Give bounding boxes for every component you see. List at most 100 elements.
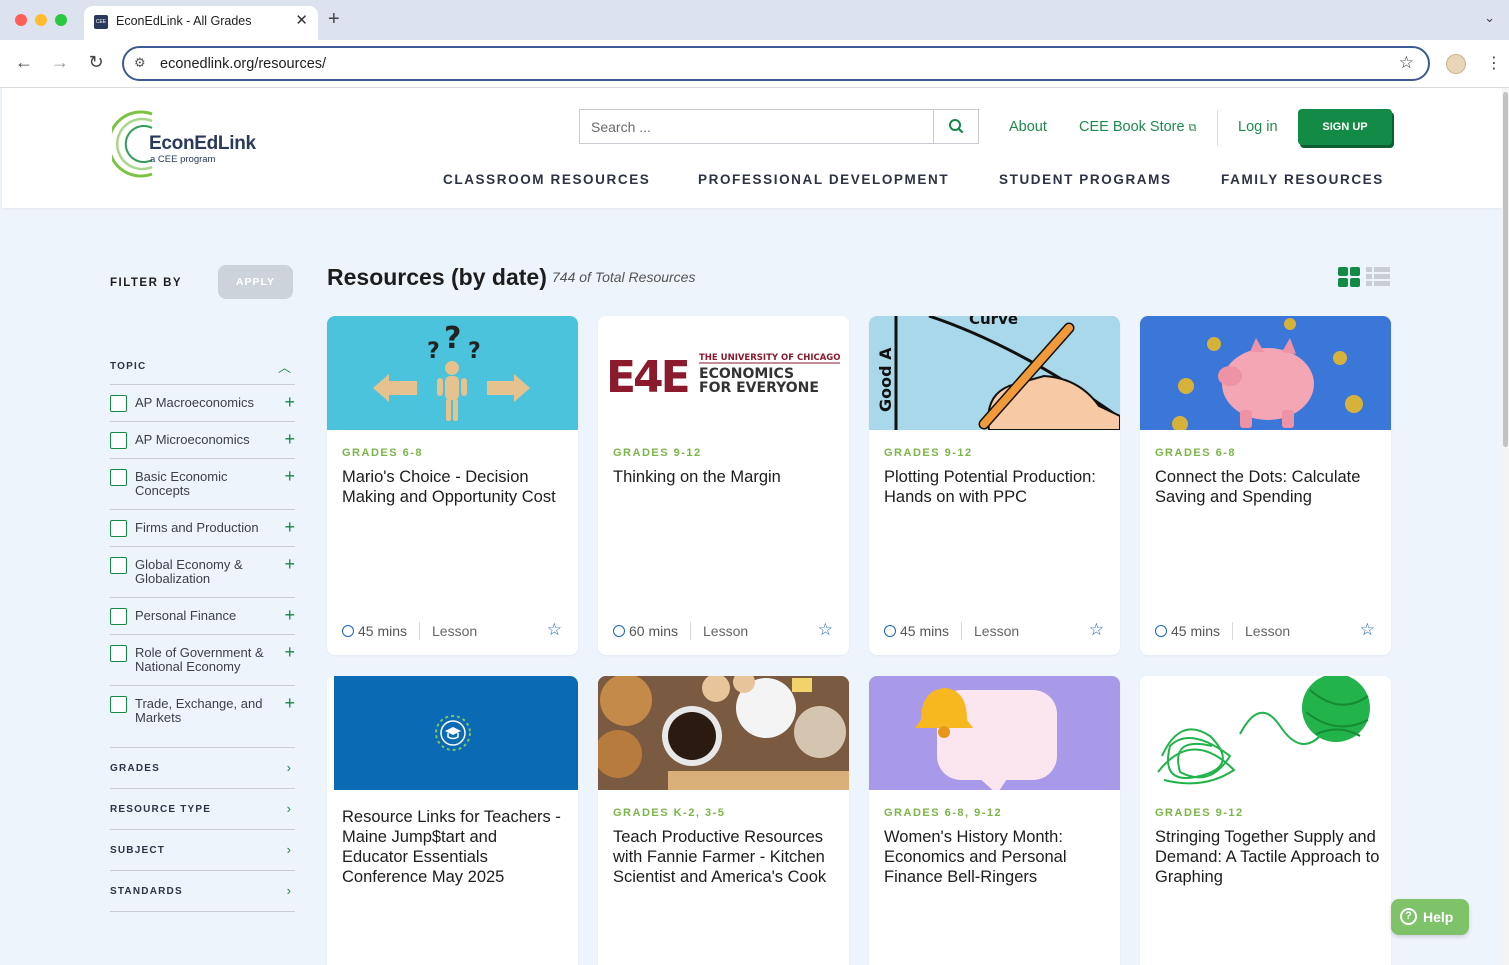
- topic-item-trade-exchange-markets[interactable]: Trade, Exchange, and Markets +: [110, 686, 295, 748]
- about-link[interactable]: About: [1009, 119, 1047, 135]
- url-text[interactable]: econedlink.org/resources/: [160, 56, 326, 72]
- topic-item-firms-and-production[interactable]: Firms and Production +: [110, 510, 295, 547]
- search-button[interactable]: [933, 110, 978, 143]
- filter-by-label: FILTER BY: [110, 277, 183, 289]
- external-link-icon: ⧉: [1188, 122, 1197, 134]
- expand-plus-icon[interactable]: +: [284, 517, 295, 538]
- back-arrow-icon[interactable]: ←: [13, 52, 35, 73]
- profile-avatar[interactable]: [1446, 54, 1466, 74]
- topic-item-global-economy[interactable]: Global Economy & Globalization +: [110, 547, 295, 598]
- card-title[interactable]: Thinking on the Margin: [613, 467, 838, 487]
- topic-checkbox[interactable]: [110, 696, 127, 713]
- card-footer: 60 mins Lesson ☆: [613, 620, 838, 642]
- resource-card[interactable]: Good A Curve GRADES 9-12 Plotting Potent…: [869, 316, 1120, 655]
- favorite-star-icon[interactable]: ☆: [818, 620, 833, 640]
- login-link[interactable]: Log in: [1238, 119, 1278, 135]
- browser-menu-icon[interactable]: ⋮: [1486, 53, 1502, 73]
- reload-icon[interactable]: ↻: [85, 52, 107, 73]
- topic-checkbox[interactable]: [110, 469, 127, 486]
- clock-icon: [884, 625, 896, 637]
- help-button[interactable]: ? Help: [1391, 899, 1469, 935]
- card-title[interactable]: Teach Productive Resources with Fannie F…: [613, 827, 838, 887]
- expand-plus-icon[interactable]: +: [284, 429, 295, 450]
- apply-filters-button[interactable]: APPLY: [218, 265, 293, 299]
- subject-section-toggle[interactable]: SUBJECT ›: [110, 830, 295, 871]
- logo-title: EconEdLink: [149, 133, 256, 154]
- browser-tab[interactable]: CEE EconEdLink - All Grades ✕: [84, 6, 318, 40]
- favorite-star-icon[interactable]: ☆: [547, 620, 562, 640]
- address-bar[interactable]: ⚙ econedlink.org/resources/ ☆: [122, 46, 1430, 81]
- topic-section-toggle[interactable]: TOPIC ︿: [110, 344, 295, 385]
- forward-arrow-icon[interactable]: →: [49, 52, 71, 73]
- card-duration: 45 mins: [342, 623, 407, 639]
- chevron-up-icon: ︿: [277, 360, 291, 375]
- grid-view-icon[interactable]: [1338, 267, 1360, 287]
- topic-item-personal-finance[interactable]: Personal Finance +: [110, 598, 295, 635]
- card-title[interactable]: Resource Links for Teachers - Maine Jump…: [342, 807, 567, 887]
- topic-checkbox[interactable]: [110, 520, 127, 537]
- site-settings-icon[interactable]: ⚙: [134, 55, 146, 71]
- list-view-icon[interactable]: [1366, 267, 1390, 287]
- card-title[interactable]: Connect the Dots: Calculate Saving and S…: [1155, 467, 1380, 507]
- card-footer-divider: [419, 622, 420, 640]
- topic-checkbox[interactable]: [110, 645, 127, 662]
- grades-section-toggle[interactable]: GRADES ›: [110, 748, 295, 789]
- resource-card[interactable]: GRADES 6-8 Connect the Dots: Calculate S…: [1140, 316, 1391, 655]
- favorite-star-icon[interactable]: ☆: [1360, 620, 1375, 640]
- nav-family-resources[interactable]: FAMILY RESOURCES: [1221, 172, 1384, 187]
- bookstore-link[interactable]: CEE Book Store ⧉: [1079, 119, 1196, 135]
- new-tab-icon[interactable]: +: [328, 8, 340, 31]
- e4e-mark: E4E: [606, 352, 688, 403]
- card-title[interactable]: Women's History Month: Economics and Per…: [884, 827, 1109, 887]
- resource-card[interactable]: E4E THE UNIVERSITY OF CHICAGO ECONOMICS …: [598, 316, 849, 655]
- bookmark-star-icon[interactable]: ☆: [1399, 53, 1414, 73]
- topic-item-role-of-government[interactable]: Role of Government & National Economy +: [110, 635, 295, 686]
- nav-professional-development[interactable]: PROFESSIONAL DEVELOPMENT: [698, 172, 949, 187]
- topic-checkbox[interactable]: [110, 557, 127, 574]
- piggy-bank-coins-image: [1140, 316, 1391, 430]
- expand-plus-icon[interactable]: +: [284, 642, 295, 663]
- svg-text:?: ?: [444, 321, 461, 356]
- tab-close-icon[interactable]: ✕: [295, 11, 308, 29]
- resource-card[interactable]: GRADES 6-8, 9-12 Women's History Month: …: [869, 676, 1120, 965]
- topic-checkbox[interactable]: [110, 395, 127, 412]
- expand-plus-icon[interactable]: +: [284, 554, 295, 575]
- chevron-right-icon: ›: [286, 842, 291, 857]
- window-minimize-button[interactable]: [35, 14, 47, 26]
- resource-type-section-toggle[interactable]: RESOURCE TYPE ›: [110, 789, 295, 830]
- resource-card[interactable]: GRADES K-2, 3-5 Teach Productive Resourc…: [598, 676, 849, 965]
- expand-plus-icon[interactable]: +: [284, 693, 295, 714]
- favorite-star-icon[interactable]: ☆: [1089, 620, 1104, 640]
- card-title[interactable]: Stringing Together Supply and Demand: A …: [1155, 827, 1380, 887]
- window-zoom-button[interactable]: [55, 14, 67, 26]
- topic-item-basic-economic-concepts[interactable]: Basic Economic Concepts +: [110, 459, 295, 510]
- expand-plus-icon[interactable]: +: [284, 605, 295, 626]
- card-footer-divider: [961, 622, 962, 640]
- expand-plus-icon[interactable]: +: [284, 392, 295, 413]
- signup-button[interactable]: SIGN UP: [1298, 109, 1392, 145]
- search-input[interactable]: [580, 110, 934, 143]
- standards-section-toggle[interactable]: STANDARDS ›: [110, 871, 295, 912]
- card-title[interactable]: Mario's Choice - Decision Making and Opp…: [342, 467, 567, 507]
- svg-text:?: ?: [427, 339, 440, 364]
- page-scrollbar[interactable]: [1502, 88, 1509, 965]
- window-close-button[interactable]: [15, 14, 27, 26]
- expand-plus-icon[interactable]: +: [284, 466, 295, 487]
- card-type: Lesson: [432, 623, 478, 639]
- topic-checkbox[interactable]: [110, 432, 127, 449]
- tab-search-chevron-icon[interactable]: ⌄: [1484, 10, 1495, 26]
- resource-card[interactable]: Resource Links for Teachers - Maine Jump…: [327, 676, 578, 965]
- card-title[interactable]: Plotting Potential Production: Hands on …: [884, 467, 1109, 507]
- help-question-icon: ?: [1400, 908, 1417, 925]
- nav-classroom-resources[interactable]: CLASSROOM RESOURCES: [443, 172, 650, 187]
- nav-student-programs[interactable]: STUDENT PROGRAMS: [999, 172, 1172, 187]
- resource-card[interactable]: GRADES 9-12 Stringing Together Supply an…: [1140, 676, 1391, 965]
- topic-checkbox[interactable]: [110, 608, 127, 625]
- scrollbar-thumb[interactable]: [1503, 92, 1508, 447]
- bell-speech-bubble-image: [869, 676, 1120, 790]
- resource-card[interactable]: ? ? ? GRADES 6-8 Mario's Choice - Decisi…: [327, 316, 578, 655]
- topic-item-ap-macroeconomics[interactable]: AP Macroeconomics +: [110, 385, 295, 422]
- econedlink-logo[interactable]: EconEdLink a CEE program: [112, 108, 262, 180]
- topic-item-ap-microeconomics[interactable]: AP Microeconomics +: [110, 422, 295, 459]
- tab-title: EconEdLink - All Grades: [116, 14, 252, 28]
